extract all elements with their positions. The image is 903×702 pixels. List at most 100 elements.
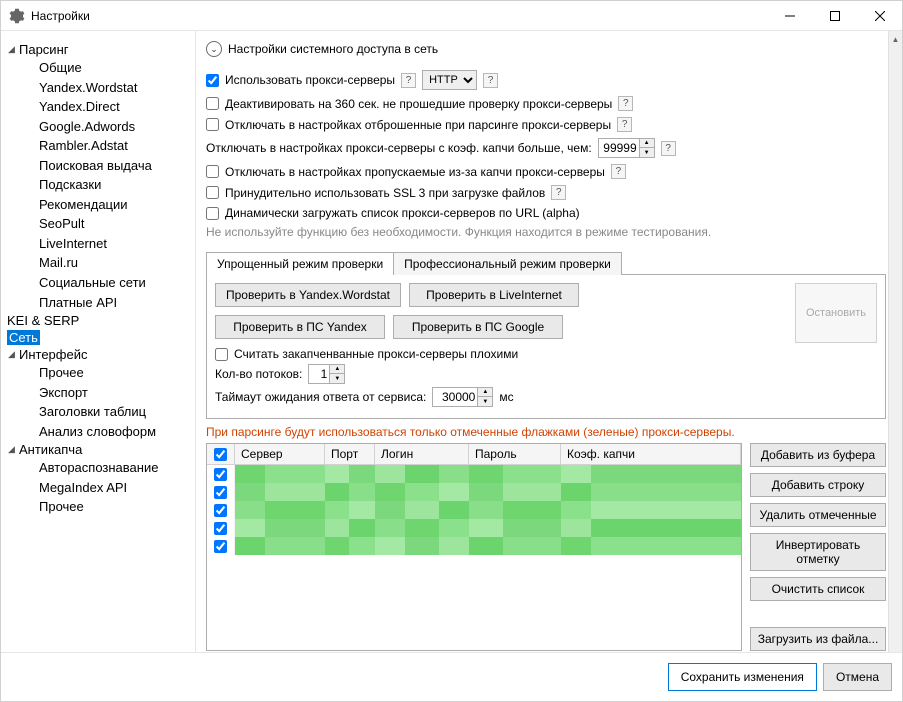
col-login[interactable]: Логин <box>375 444 469 464</box>
tree-item[interactable]: Экспорт <box>37 383 191 403</box>
spin-up-icon[interactable]: ▲ <box>640 139 654 148</box>
delete-checked-button[interactable]: Удалить отмеченные <box>750 503 886 527</box>
disable-rejected-checkbox[interactable] <box>206 118 219 131</box>
tree-item[interactable]: Rambler.Adstat <box>37 136 191 156</box>
nav-tree[interactable]: ◢ПарсингОбщиеYandex.WordstatYandex.Direc… <box>5 41 191 517</box>
chevron-down-icon[interactable]: ◢ <box>7 444 16 455</box>
help-icon[interactable]: ? <box>617 117 632 132</box>
timeout-unit: мс <box>499 390 513 404</box>
protocol-select[interactable]: HTTP <box>422 70 477 90</box>
tree-item[interactable]: Общие <box>37 58 191 78</box>
scrollbar[interactable]: ▲ <box>888 31 902 652</box>
tree-item[interactable]: Yandex.Wordstat <box>37 78 191 98</box>
help-icon[interactable]: ? <box>401 73 416 88</box>
red-warning: При парсинге будут использоваться только… <box>206 419 886 443</box>
clear-list-button[interactable]: Очистить список <box>750 577 886 601</box>
tree-group[interactable]: ◢Парсинг <box>5 41 191 58</box>
section-toggle-icon[interactable]: ⌄ <box>206 41 222 57</box>
tree-item[interactable]: SeoPult <box>37 214 191 234</box>
spin-up-icon[interactable]: ▲ <box>330 365 344 374</box>
tree-label: Интерфейс <box>19 347 87 362</box>
scroll-up-icon[interactable]: ▲ <box>889 31 902 47</box>
help-icon[interactable]: ? <box>551 185 566 200</box>
spin-down-icon[interactable]: ▼ <box>640 148 654 157</box>
tree-item[interactable]: Mail.ru <box>37 253 191 273</box>
tree-item[interactable]: Прочее <box>37 363 191 383</box>
use-proxy-checkbox[interactable] <box>206 74 219 87</box>
tree-group[interactable]: KEI & SERP <box>5 312 191 329</box>
tree-item[interactable]: Yandex.Direct <box>37 97 191 117</box>
table-row[interactable] <box>207 519 741 537</box>
tree-item[interactable]: Анализ словоформ <box>37 422 191 442</box>
col-server[interactable]: Сервер <box>235 444 325 464</box>
spin-down-icon[interactable]: ▼ <box>330 374 344 383</box>
check-ps-google-button[interactable]: Проверить в ПС Google <box>393 315 563 339</box>
threads-input[interactable] <box>309 367 329 381</box>
tree-label: Антикапча <box>19 442 82 457</box>
help-icon[interactable]: ? <box>661 141 676 156</box>
header-checkbox[interactable] <box>214 448 227 461</box>
chevron-down-icon[interactable]: ◢ <box>7 44 16 55</box>
check-liveinternet-button[interactable]: Проверить в LiveInternet <box>409 283 579 307</box>
check-yandex-wordstat-button[interactable]: Проверить в Yandex.Wordstat <box>215 283 401 307</box>
table-row[interactable] <box>207 483 741 501</box>
row-checkbox[interactable] <box>214 522 227 535</box>
spin-down-icon[interactable]: ▼ <box>478 397 492 406</box>
close-button[interactable] <box>857 1 902 30</box>
maximize-button[interactable] <box>812 1 857 30</box>
gear-icon <box>9 8 25 24</box>
timeout-input[interactable] <box>433 390 477 404</box>
minimize-button[interactable] <box>767 1 812 30</box>
help-icon[interactable]: ? <box>611 164 626 179</box>
force-ssl3-checkbox[interactable] <box>206 186 219 199</box>
tree-item[interactable]: Автораспознавание <box>37 458 191 478</box>
table-row[interactable] <box>207 501 741 519</box>
help-icon[interactable]: ? <box>483 73 498 88</box>
bad-captcha-checkbox[interactable] <box>215 348 228 361</box>
table-row[interactable] <box>207 537 741 555</box>
row-checkbox[interactable] <box>214 486 227 499</box>
proxy-table[interactable]: Сервер Порт Логин Пароль Коэф. капчи <box>206 443 742 651</box>
load-from-file-button[interactable]: Загрузить из файла... <box>750 627 886 651</box>
tree-item[interactable]: LiveInternet <box>37 234 191 254</box>
row-checkbox[interactable] <box>214 504 227 517</box>
row-checkbox[interactable] <box>214 540 227 553</box>
tree-item[interactable]: Поисковая выдача <box>37 156 191 176</box>
check-ps-yandex-button[interactable]: Проверить в ПС Yandex <box>215 315 385 339</box>
tree-item[interactable]: Заголовки таблиц <box>37 402 191 422</box>
spin-up-icon[interactable]: ▲ <box>478 388 492 397</box>
col-captcha[interactable]: Коэф. капчи <box>561 444 741 464</box>
threads-label: Кол-во потоков: <box>215 367 302 381</box>
tree-item[interactable]: Платные API <box>37 293 191 313</box>
timeout-label: Таймаут ожидания ответа от сервиса: <box>215 390 426 404</box>
dynamic-url-checkbox[interactable] <box>206 207 219 220</box>
tree-item[interactable]: Социальные сети <box>37 273 191 293</box>
tree-item[interactable]: Google.Adwords <box>37 117 191 137</box>
row-checkbox[interactable] <box>214 468 227 481</box>
help-icon[interactable]: ? <box>618 96 633 111</box>
captcha-coef-input[interactable] <box>599 141 639 155</box>
col-password[interactable]: Пароль <box>469 444 561 464</box>
save-button[interactable]: Сохранить изменения <box>668 663 817 691</box>
col-port[interactable]: Порт <box>325 444 375 464</box>
tree-group[interactable]: ◢Интерфейс <box>5 346 191 363</box>
tree-item[interactable]: Рекомендации <box>37 195 191 215</box>
chevron-down-icon[interactable]: ◢ <box>7 349 16 360</box>
footer: Сохранить изменения Отмена <box>1 652 902 701</box>
table-row[interactable] <box>207 465 741 483</box>
tab-pro[interactable]: Профессиональный режим проверки <box>393 252 622 275</box>
cancel-button[interactable]: Отмена <box>823 663 892 691</box>
tree-group[interactable]: ◢Антикапча <box>5 441 191 458</box>
titlebar: Настройки <box>1 1 902 31</box>
tree-item[interactable]: Прочее <box>37 497 191 517</box>
tree-item[interactable]: MegaIndex API <box>37 478 191 498</box>
deactivate-360-checkbox[interactable] <box>206 97 219 110</box>
add-from-buffer-button[interactable]: Добавить из буфера <box>750 443 886 467</box>
invert-selection-button[interactable]: Инвертировать отметку <box>750 533 886 571</box>
deactivate-360-label: Деактивировать на 360 сек. не прошедшие … <box>225 97 612 111</box>
disable-skipped-checkbox[interactable] <box>206 165 219 178</box>
tab-simple[interactable]: Упрощенный режим проверки <box>206 252 394 275</box>
add-row-button[interactable]: Добавить строку <box>750 473 886 497</box>
tree-group[interactable]: Сеть <box>5 329 191 346</box>
tree-item[interactable]: Подсказки <box>37 175 191 195</box>
